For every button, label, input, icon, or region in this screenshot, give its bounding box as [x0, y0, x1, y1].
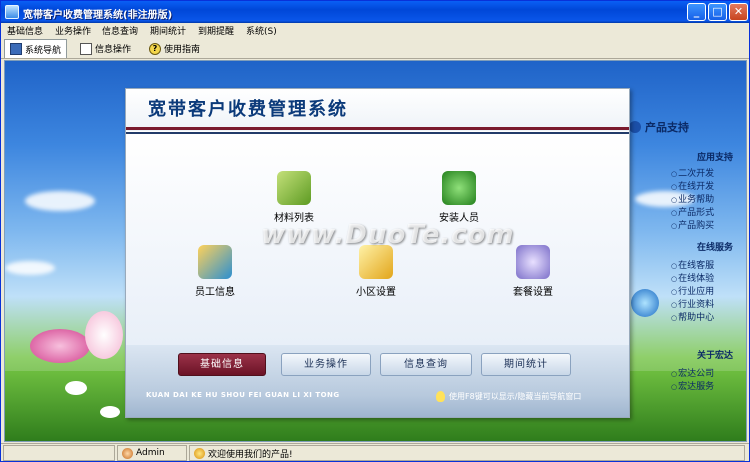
maximize-button[interactable]: □: [708, 3, 727, 21]
tab-label: 系统导航: [25, 45, 62, 56]
shortcut-label: 员工信息: [195, 287, 235, 298]
pinyin-caption: KUAN DAI KE HU SHOU FEI GUAN LI XI TONG: [146, 391, 340, 399]
header-divider: [126, 127, 629, 130]
menu-item-system[interactable]: 系统(S): [246, 24, 277, 37]
navigation-area: 产品支持 应用支持 二次开发 在线开发 业务帮助 产品形式 产品购买 在线服务 …: [4, 60, 747, 442]
footer-button-business[interactable]: 业务操作: [281, 353, 371, 376]
folder-icon: [359, 245, 393, 279]
tab-info-ops[interactable]: 信息操作: [75, 39, 136, 58]
navigation-panel: 宽带客户收费管理系统 材料列表 安装人员 员工信息 小区设置 套餐设置 www.…: [125, 88, 630, 418]
shortcut-package[interactable]: 套餐设置: [498, 245, 568, 298]
tab-label: 信息操作: [95, 45, 132, 55]
installer-icon: [442, 171, 476, 205]
nav-tabs: 系统导航 信息操作 ? 使用指南: [1, 38, 749, 59]
tab-user-guide[interactable]: ? 使用指南: [144, 39, 205, 58]
support-link[interactable]: 二次开发: [671, 166, 714, 179]
cloud-decoration: [25, 191, 95, 211]
title-bar[interactable]: 宽带客户收费管理系统(非注册版) _ □ ✕: [1, 1, 749, 23]
shortcut-label: 小区设置: [356, 287, 396, 298]
menu-item-basic-info[interactable]: 基础信息: [7, 24, 43, 37]
panel-footer: 基础信息 业务操作 信息查询 期间统计 KUAN DAI KE HU SHOU …: [126, 345, 629, 417]
support-section-title: 关于宏达: [696, 351, 733, 361]
support-link[interactable]: 行业资料: [671, 297, 714, 310]
support-link[interactable]: 帮助中心: [671, 310, 714, 323]
footer-button-query[interactable]: 信息查询: [380, 353, 472, 376]
support-link[interactable]: 宏达公司: [671, 366, 714, 379]
shortcut-area: 材料列表 安装人员 员工信息 小区设置 套餐设置 www.DuoTe.com: [126, 135, 629, 345]
hint-text: 使用F8键可以显示/隐藏当前导航窗口: [449, 392, 582, 401]
document-icon: [80, 42, 92, 55]
status-message: 欢迎使用我们的产品!: [189, 445, 745, 461]
support-section-title: 在线服务: [696, 243, 733, 253]
window-title: 宽带客户收费管理系统(非注册版): [23, 10, 173, 21]
flower-decoration: [65, 381, 87, 395]
support-link[interactable]: 在线开发: [671, 179, 714, 192]
footer-button-statistics[interactable]: 期间统计: [481, 353, 571, 376]
support-section-title: 应用支持: [696, 153, 733, 163]
tab-system-nav[interactable]: 系统导航: [4, 39, 68, 58]
books-icon: [277, 171, 311, 205]
staff-icon: [198, 245, 232, 279]
header-divider: [126, 132, 629, 134]
tab-label: 使用指南: [164, 45, 201, 55]
menu-item-expiry[interactable]: 到期提醒: [198, 24, 234, 37]
package-icon: [516, 245, 550, 279]
support-link[interactable]: 宏达服务: [671, 379, 714, 392]
menu-item-query[interactable]: 信息查询: [102, 24, 138, 37]
shortcut-staff[interactable]: 员工信息: [180, 245, 250, 298]
app-window: 宽带客户收费管理系统(非注册版) _ □ ✕ 基础信息 业务操作 信息查询 期间…: [0, 0, 750, 462]
smiley-icon: [194, 447, 205, 459]
support-link[interactable]: 业务帮助: [671, 192, 714, 205]
help-icon: ?: [149, 42, 161, 55]
support-link[interactable]: 产品购买: [671, 218, 714, 231]
cloud-decoration: [5, 261, 55, 275]
flower-decoration: [100, 406, 120, 418]
user-icon: [122, 447, 133, 459]
shortcut-community[interactable]: 小区设置: [341, 245, 411, 298]
footer-button-basic-info[interactable]: 基础信息: [178, 353, 266, 376]
menu-item-business[interactable]: 业务操作: [55, 24, 91, 37]
status-cell-empty: [3, 445, 115, 461]
shortcut-label: 套餐设置: [513, 287, 553, 298]
support-header: 产品支持: [629, 119, 689, 135]
status-message-text: 欢迎使用我们的产品!: [208, 449, 293, 460]
menu-bar: 基础信息 业务操作 信息查询 期间统计 到期提醒 系统(S): [1, 23, 749, 38]
minimize-button[interactable]: _: [687, 3, 706, 21]
support-title: 产品支持: [645, 121, 689, 134]
support-link[interactable]: 行业应用: [671, 284, 714, 297]
watermark: www.DuoTe.com: [261, 220, 515, 250]
monitor-icon: [10, 43, 22, 55]
flower-decoration: [30, 329, 90, 363]
close-button[interactable]: ✕: [729, 3, 748, 21]
panel-header: 宽带客户收费管理系统: [126, 89, 629, 131]
app-icon: [5, 5, 19, 19]
status-bar: Admin 欢迎使用我们的产品!: [1, 443, 749, 461]
product-support-panel: 产品支持 应用支持 二次开发 在线开发 业务帮助 产品形式 产品购买 在线服务 …: [629, 116, 739, 441]
shortcut-installers[interactable]: 安装人员: [424, 171, 494, 224]
shortcut-materials[interactable]: 材料列表: [259, 171, 329, 224]
lightbulb-icon: [436, 391, 445, 402]
status-user-name: Admin: [136, 448, 165, 458]
f8-hint: 使用F8键可以显示/隐藏当前导航窗口: [436, 391, 581, 402]
support-link[interactable]: 在线客服: [671, 258, 714, 271]
panel-title: 宽带客户收费管理系统: [148, 99, 348, 120]
support-link[interactable]: 在线体验: [671, 271, 714, 284]
status-user: Admin: [117, 445, 187, 461]
support-link[interactable]: 产品形式: [671, 205, 714, 218]
flower-decoration: [85, 311, 123, 359]
menu-item-statistics[interactable]: 期间统计: [150, 24, 186, 37]
arrow-icon: [629, 121, 641, 133]
